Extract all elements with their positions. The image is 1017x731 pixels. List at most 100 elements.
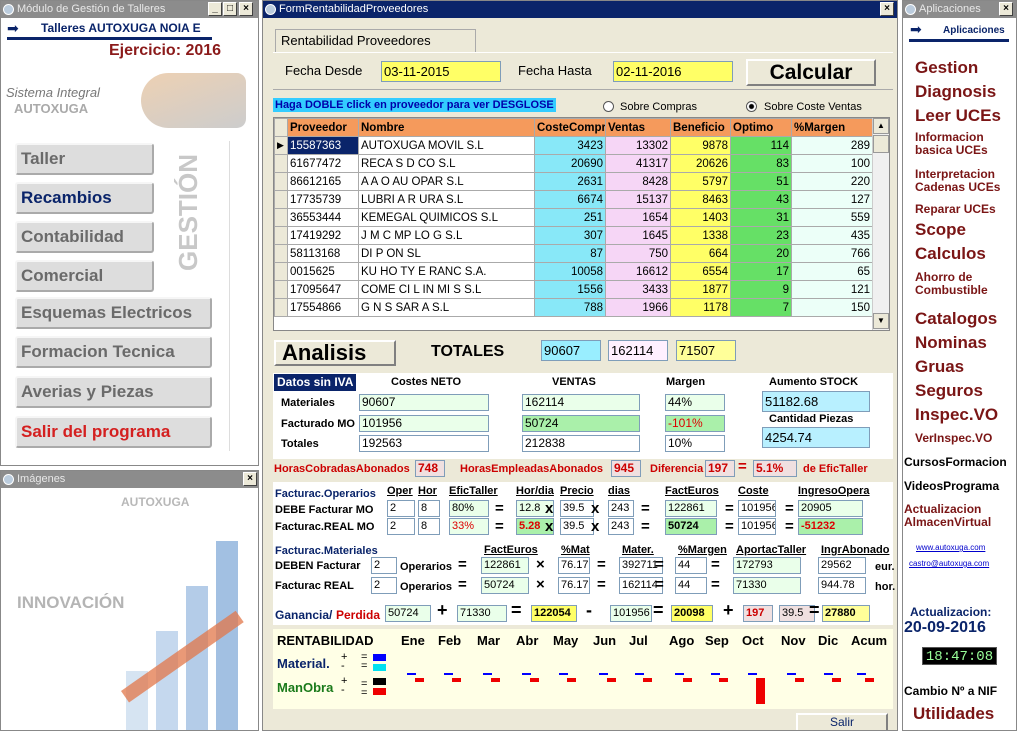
app-link[interactable]: Gestion xyxy=(915,59,1015,77)
table-row[interactable]: 0015625 KU HO TY E RANC S.A. 10058 16612 655… xyxy=(274,262,873,281)
grid-cell[interactable]: 220 xyxy=(791,172,873,191)
scroll-thumb[interactable] xyxy=(873,135,889,153)
table-row[interactable]: 17554866 G N S SAR A S.L 788 1966 1178 7 150 xyxy=(274,298,873,317)
grid-cell[interactable]: 6674 xyxy=(534,190,606,209)
col-header[interactable]: Optimo xyxy=(730,118,792,137)
radio-compras[interactable] xyxy=(603,101,614,112)
grid-cell[interactable]: 17 xyxy=(730,262,792,281)
col-header[interactable]: Nombre xyxy=(358,118,535,137)
tab-rentabilidad[interactable]: Rentabilidad Proveedores xyxy=(275,29,476,53)
grid-cell[interactable]: 9 xyxy=(730,280,792,299)
minimize-button[interactable]: _ xyxy=(208,2,222,16)
table-row[interactable]: 17095647 COME CI L IN MI S S.L 1556 3433 187… xyxy=(274,280,873,299)
grid-cell[interactable]: 20690 xyxy=(534,154,606,173)
grid-cell[interactable]: 7 xyxy=(730,298,792,317)
grid-cell[interactable]: 1178 xyxy=(670,298,731,317)
grid-cell[interactable]: 43 xyxy=(730,190,792,209)
grid-cell[interactable]: 435 xyxy=(791,226,873,245)
close-button[interactable]: × xyxy=(880,2,894,16)
grid-cell[interactable]: 5797 xyxy=(670,172,731,191)
grid-cell[interactable]: J M C MP LO G S.L xyxy=(358,226,535,245)
grid-cell[interactable]: DI P ON SL xyxy=(358,244,535,263)
grid-cell[interactable]: 1877 xyxy=(670,280,731,299)
nav-esquemas[interactable]: Esquemas Electricos xyxy=(15,297,212,329)
grid-scrollbar[interactable]: ▲ ▼ xyxy=(872,118,889,330)
grid-cell[interactable]: 16612 xyxy=(605,262,671,281)
grid-cell[interactable]: 121 xyxy=(791,280,873,299)
app-link[interactable]: Ahorro de Combustible xyxy=(915,271,1015,297)
grid-cell[interactable]: 2631 xyxy=(534,172,606,191)
web-link[interactable]: www.autoxuga.com xyxy=(916,543,985,552)
grid-cell[interactable]: 31 xyxy=(730,208,792,227)
grid-cell[interactable]: 100 xyxy=(791,154,873,173)
grid-cell[interactable]: 8428 xyxy=(605,172,671,191)
grid-cell[interactable]: 1654 xyxy=(605,208,671,227)
grid-cell[interactable]: 750 xyxy=(605,244,671,263)
grid-cell[interactable]: 3433 xyxy=(605,280,671,299)
grid-cell[interactable]: 15587363 xyxy=(287,136,359,155)
nav-comercial[interactable]: Comercial xyxy=(15,260,154,292)
grid-cell[interactable]: 559 xyxy=(791,208,873,227)
grid-cell[interactable]: 83 xyxy=(730,154,792,173)
grid-cell[interactable]: 15137 xyxy=(605,190,671,209)
aplicaciones-titlebar[interactable]: Aplicaciones × xyxy=(903,1,1016,18)
calcular-button[interactable]: Calcular xyxy=(746,59,876,86)
grid-cell[interactable]: 58113168 xyxy=(287,244,359,263)
salir-button[interactable]: Salir xyxy=(796,713,888,730)
col-header[interactable]: CosteCompr xyxy=(534,118,606,137)
grid-cell[interactable]: 10058 xyxy=(534,262,606,281)
grid-cell[interactable]: 307 xyxy=(534,226,606,245)
grid-cell[interactable]: 788 xyxy=(534,298,606,317)
grid-cell[interactable]: G N S SAR A S.L xyxy=(358,298,535,317)
radio-coste-ventas[interactable] xyxy=(746,101,757,112)
nav-contabilidad[interactable]: Contabilidad xyxy=(15,221,154,253)
grid-cell[interactable]: 289 xyxy=(791,136,873,155)
grid-cell[interactable]: 51 xyxy=(730,172,792,191)
app-link[interactable]: Nominas xyxy=(915,334,1015,352)
grid-cell[interactable]: 3423 xyxy=(534,136,606,155)
nav-taller[interactable]: Taller xyxy=(15,143,154,175)
grid-cell[interactable]: 1966 xyxy=(605,298,671,317)
col-header[interactable]: Ventas xyxy=(605,118,671,137)
table-row[interactable]: 17735739 LUBRI A R URA S.L 6674 15137 8463 43… xyxy=(274,190,873,209)
grid-cell[interactable]: 17095647 xyxy=(287,280,359,299)
grid-cell[interactable]: 0015625 xyxy=(287,262,359,281)
grid-cell[interactable]: 20 xyxy=(730,244,792,263)
grid-cell[interactable]: 17554866 xyxy=(287,298,359,317)
maximize-button[interactable]: □ xyxy=(223,2,237,16)
close-button[interactable]: × xyxy=(999,2,1013,16)
close-button[interactable]: × xyxy=(239,2,253,16)
table-row[interactable]: 17419292 J M C MP LO G S.L 307 1645 1338 23 43… xyxy=(274,226,873,245)
grid-cell[interactable]: 36553444 xyxy=(287,208,359,227)
grid-cell[interactable]: 8463 xyxy=(670,190,731,209)
grid-cell[interactable]: A A O AU OPAR S.L xyxy=(358,172,535,191)
app-link[interactable]: Scope xyxy=(915,221,1015,239)
app-link[interactable]: Diagnosis xyxy=(915,83,1015,101)
col-header[interactable]: Beneficio xyxy=(670,118,731,137)
grid-cell[interactable]: 65 xyxy=(791,262,873,281)
grid-cell[interactable]: 1403 xyxy=(670,208,731,227)
table-row[interactable]: ▶ 15587363 AUTOXUGA MOVIL S.L 3423 13302 9878… xyxy=(274,136,873,155)
close-button[interactable]: × xyxy=(243,472,257,486)
app-link[interactable]: Seguros xyxy=(915,382,1015,400)
grid-cell[interactable]: 6554 xyxy=(670,262,731,281)
grid-cell[interactable]: 20626 xyxy=(670,154,731,173)
utilidades[interactable]: Utilidades xyxy=(913,704,994,724)
app-link[interactable]: Actualizacion AlmacenVirtual xyxy=(904,503,1016,529)
gestion-titlebar[interactable]: Módulo de Gestión de Talleres _ □ × xyxy=(1,1,258,18)
app-link[interactable]: Leer UCEs xyxy=(915,107,1015,125)
app-link[interactable]: Calculos xyxy=(915,245,1015,263)
imagenes-titlebar[interactable]: Imágenes × xyxy=(1,471,258,488)
email-link[interactable]: castro@autoxuga.com xyxy=(909,559,989,568)
grid-cell[interactable]: 664 xyxy=(670,244,731,263)
app-link[interactable]: Catalogos xyxy=(915,310,1015,328)
grid-cell[interactable]: 17735739 xyxy=(287,190,359,209)
fecha-desde-input[interactable]: 03-11-2015 xyxy=(381,61,501,82)
grid-cell[interactable]: 766 xyxy=(791,244,873,263)
grid-cell[interactable]: 150 xyxy=(791,298,873,317)
app-link[interactable]: Inspec.VO xyxy=(915,406,1015,424)
nav-averias[interactable]: Averias y Piezas xyxy=(15,376,212,408)
table-row[interactable]: 58113168 DI P ON SL 87 750 664 20 766 xyxy=(274,244,873,263)
app-link[interactable]: CursosFormacion xyxy=(904,456,1016,469)
col-header[interactable]: Proveedor xyxy=(287,118,359,137)
